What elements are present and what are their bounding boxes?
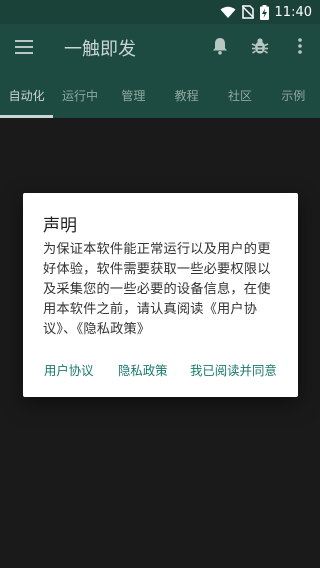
app-title: 一触即发 [64, 39, 136, 60]
status-bar: 11:40 [0, 0, 320, 24]
battery-charging-icon [259, 4, 269, 20]
wifi-icon [220, 6, 236, 19]
dialog-message: 为保证本软件能正常运行以及用户的更好体验，软件需要获取一些必要权限以及采集您的一… [43, 242, 271, 337]
tab-examples[interactable]: 示例 [267, 72, 320, 118]
dialog-actions: 用户协议 隐私政策 我已阅读并同意 [23, 361, 298, 383]
sim-off-icon [241, 5, 254, 19]
bug-icon [251, 37, 269, 59]
more-options-button[interactable] [280, 24, 320, 72]
agree-button[interactable]: 我已阅读并同意 [190, 361, 277, 379]
app-bar: 一触即发 [0, 24, 320, 72]
menu-icon [15, 39, 33, 58]
notifications-button[interactable] [200, 24, 240, 72]
tab-bar: 自动化 运行中 管理 教程 社区 示例 [0, 72, 320, 118]
status-time: 11:40 [274, 4, 312, 20]
more-vert-icon [298, 38, 302, 58]
bell-icon [212, 37, 228, 59]
tab-manage[interactable]: 管理 [107, 72, 160, 118]
debug-button[interactable] [240, 24, 280, 72]
tab-automation[interactable]: 自动化 [0, 72, 54, 118]
tab-running[interactable]: 运行中 [53, 72, 106, 118]
statement-dialog: 声明 为保证本软件能正常运行以及用户的更好体验，软件需要获取一些必要权限以及采集… [23, 193, 298, 397]
privacy-policy-button[interactable]: 隐私政策 [118, 361, 168, 379]
tab-tutorial[interactable]: 教程 [160, 72, 213, 118]
dialog-title: 声明 [43, 216, 77, 236]
menu-button[interactable] [0, 24, 48, 72]
tab-community[interactable]: 社区 [213, 72, 266, 118]
user-agreement-button[interactable]: 用户协议 [44, 361, 94, 379]
